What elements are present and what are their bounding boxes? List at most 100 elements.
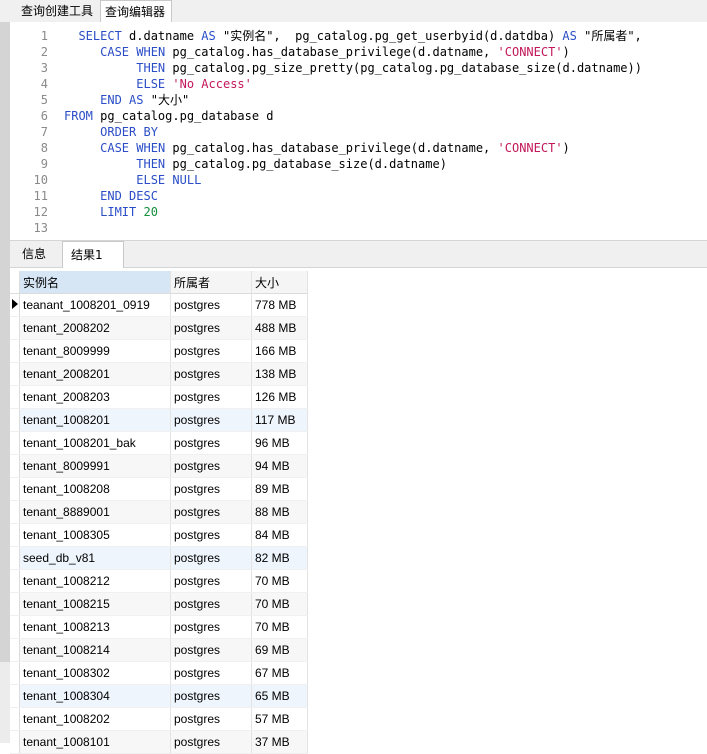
row-indicator[interactable] (10, 638, 20, 662)
row-indicator[interactable] (10, 408, 20, 432)
table-row[interactable]: tenant_1008208 postgres 89 MB (10, 477, 308, 501)
row-indicator[interactable] (10, 362, 20, 386)
cell-owner[interactable]: postgres (170, 385, 252, 409)
cell-size[interactable]: 138 MB (251, 362, 308, 386)
row-indicator[interactable] (10, 546, 20, 570)
table-row[interactable]: tenant_1008214 postgres 69 MB (10, 638, 308, 662)
cell-owner[interactable]: postgres (170, 546, 252, 570)
cell-owner[interactable]: postgres (170, 523, 252, 547)
cell-size[interactable]: 778 MB (251, 293, 308, 317)
cell-owner[interactable]: postgres (170, 339, 252, 363)
tab-query-editor[interactable]: 查询编辑器 (100, 0, 172, 23)
cell-size[interactable]: 94 MB (251, 454, 308, 478)
table-row[interactable]: tenant_8009991 postgres 94 MB (10, 454, 308, 478)
cell-instance-name[interactable]: tenant_1008201_bak (19, 431, 171, 455)
table-row[interactable]: tenant_1008304 postgres 65 MB (10, 684, 308, 708)
cell-size[interactable]: 96 MB (251, 431, 308, 455)
left-splitter[interactable] (0, 22, 10, 662)
cell-size[interactable]: 84 MB (251, 523, 308, 547)
cell-instance-name[interactable]: tenant_8009999 (19, 339, 171, 363)
cell-size[interactable]: 37 MB (251, 730, 308, 754)
cell-owner[interactable]: postgres (170, 454, 252, 478)
cell-owner[interactable]: postgres (170, 638, 252, 662)
row-indicator[interactable] (10, 684, 20, 708)
tab-result-1[interactable]: 结果1 (62, 241, 124, 268)
cell-size[interactable]: 89 MB (251, 477, 308, 501)
row-indicator[interactable] (10, 592, 20, 616)
column-header-owner[interactable]: 所属者 (170, 271, 252, 294)
cell-instance-name[interactable]: seed_db_v81 (19, 546, 171, 570)
tab-info[interactable]: 信息 (14, 241, 60, 267)
cell-instance-name[interactable]: tenant_2008203 (19, 385, 171, 409)
row-indicator[interactable] (10, 477, 20, 501)
cell-owner[interactable]: postgres (170, 569, 252, 593)
row-indicator[interactable] (10, 431, 20, 455)
cell-size[interactable]: 67 MB (251, 661, 308, 685)
table-row[interactable]: tenant_2008202 postgres 488 MB (10, 316, 308, 340)
cell-owner[interactable]: postgres (170, 661, 252, 685)
column-header-instance-name[interactable]: 实例名 (19, 271, 171, 294)
cell-instance-name[interactable]: teanant_1008201_0919 (19, 293, 171, 317)
result-grid[interactable]: 实例名 所属者 大小 teanant_1008201_0919 postgres 7… (10, 271, 308, 754)
cell-size[interactable]: 126 MB (251, 385, 308, 409)
cell-size[interactable]: 70 MB (251, 615, 308, 639)
cell-size[interactable]: 117 MB (251, 408, 308, 432)
table-row[interactable]: teanant_1008201_0919 postgres 778 MB (10, 293, 308, 317)
cell-instance-name[interactable]: tenant_1008302 (19, 661, 171, 685)
row-indicator[interactable] (10, 569, 20, 593)
cell-size[interactable]: 65 MB (251, 684, 308, 708)
cell-owner[interactable]: postgres (170, 431, 252, 455)
cell-instance-name[interactable]: tenant_2008202 (19, 316, 171, 340)
cell-size[interactable]: 488 MB (251, 316, 308, 340)
cell-owner[interactable]: postgres (170, 362, 252, 386)
sql-editor[interactable]: 1 2 3 4 5 6 7 8 9 10 11 12 13 SELECT d.datname AS "实… (10, 22, 707, 240)
cell-size[interactable]: 57 MB (251, 707, 308, 731)
table-row[interactable]: tenant_2008201 postgres 138 MB (10, 362, 308, 386)
table-row[interactable]: tenant_1008202 postgres 57 MB (10, 707, 308, 731)
table-row[interactable]: tenant_2008203 postgres 126 MB (10, 385, 308, 409)
row-indicator[interactable] (10, 523, 20, 547)
row-indicator[interactable] (10, 661, 20, 685)
tab-query-builder[interactable]: 查询创建工具 (17, 0, 99, 22)
table-row[interactable]: tenant_1008101 postgres 37 MB (10, 730, 308, 754)
table-row[interactable]: tenant_1008213 postgres 70 MB (10, 615, 308, 639)
cell-instance-name[interactable]: tenant_1008305 (19, 523, 171, 547)
table-row[interactable]: tenant_1008305 postgres 84 MB (10, 523, 308, 547)
row-indicator[interactable] (10, 707, 20, 731)
row-indicator[interactable] (10, 385, 20, 409)
table-row[interactable]: tenant_1008302 postgres 67 MB (10, 661, 308, 685)
cell-size[interactable]: 82 MB (251, 546, 308, 570)
row-indicator[interactable] (10, 454, 20, 478)
cell-owner[interactable]: postgres (170, 408, 252, 432)
table-row[interactable]: tenant_8889001 postgres 88 MB (10, 500, 308, 524)
cell-instance-name[interactable]: tenant_1008101 (19, 730, 171, 754)
cell-instance-name[interactable]: tenant_1008304 (19, 684, 171, 708)
cell-instance-name[interactable]: tenant_2008201 (19, 362, 171, 386)
cell-owner[interactable]: postgres (170, 615, 252, 639)
cell-size[interactable]: 69 MB (251, 638, 308, 662)
table-row[interactable]: tenant_8009999 postgres 166 MB (10, 339, 308, 363)
cell-instance-name[interactable]: tenant_1008201 (19, 408, 171, 432)
cell-owner[interactable]: postgres (170, 730, 252, 754)
cell-instance-name[interactable]: tenant_8009991 (19, 454, 171, 478)
table-row[interactable]: tenant_1008201 postgres 117 MB (10, 408, 308, 432)
column-header-size[interactable]: 大小 (251, 271, 308, 294)
cell-instance-name[interactable]: tenant_1008215 (19, 592, 171, 616)
row-indicator[interactable] (10, 293, 20, 317)
row-indicator[interactable] (10, 615, 20, 639)
cell-owner[interactable]: postgres (170, 707, 252, 731)
cell-instance-name[interactable]: tenant_1008202 (19, 707, 171, 731)
table-row[interactable]: tenant_1008212 postgres 70 MB (10, 569, 308, 593)
row-indicator[interactable] (10, 500, 20, 524)
cell-instance-name[interactable]: tenant_1008214 (19, 638, 171, 662)
cell-owner[interactable]: postgres (170, 477, 252, 501)
cell-instance-name[interactable]: tenant_8889001 (19, 500, 171, 524)
table-row[interactable]: tenant_1008201_bak postgres 96 MB (10, 431, 308, 455)
cell-size[interactable]: 70 MB (251, 569, 308, 593)
row-indicator[interactable] (10, 316, 20, 340)
cell-instance-name[interactable]: tenant_1008213 (19, 615, 171, 639)
cell-size[interactable]: 88 MB (251, 500, 308, 524)
cell-owner[interactable]: postgres (170, 592, 252, 616)
cell-instance-name[interactable]: tenant_1008212 (19, 569, 171, 593)
cell-owner[interactable]: postgres (170, 684, 252, 708)
